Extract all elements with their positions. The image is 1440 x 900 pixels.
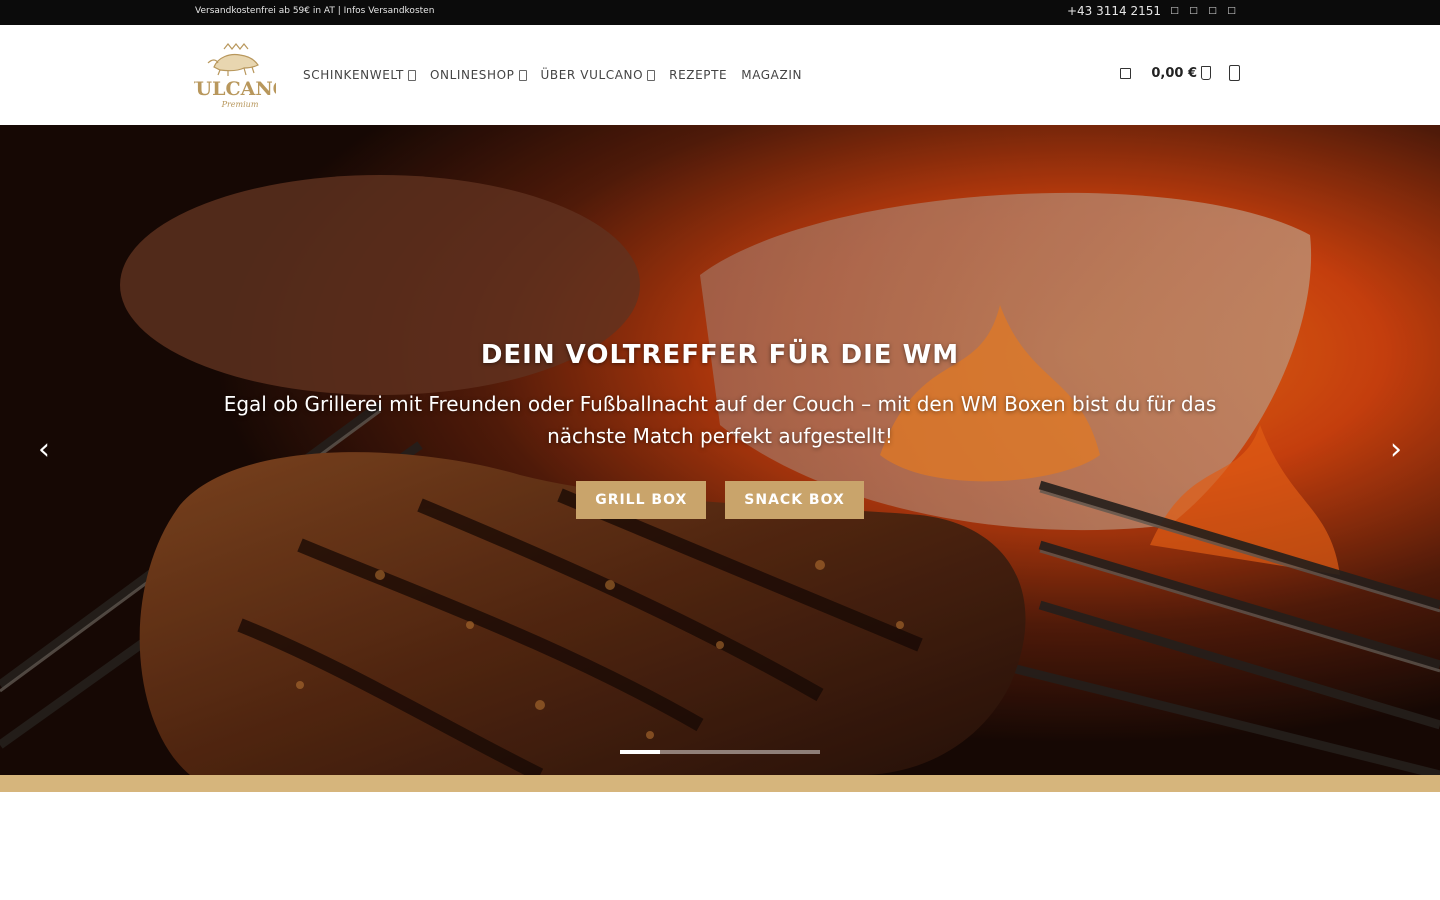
logo-tagline: Premium <box>221 100 259 109</box>
hero-subtitle: Egal ob Grillerei mit Freunden oder Fußb… <box>223 392 1217 448</box>
cart-total: 0,00 € <box>1151 65 1197 81</box>
site-header: VULCANO Premium SCHINKENWELT ONLINESHOP … <box>0 25 1440 125</box>
slider-pagination <box>620 750 820 754</box>
email-icon[interactable]: □ <box>1226 6 1237 17</box>
gold-divider-band <box>0 775 1440 792</box>
nav-label: SCHINKENWELT <box>303 68 404 82</box>
nav-item-onlineshop[interactable]: ONLINESHOP <box>430 68 527 82</box>
top-bar-contacts: +43 3114 2151 □ □ □ □ <box>1067 4 1237 18</box>
slider-dot[interactable] <box>660 750 700 754</box>
slider-next-arrow-icon[interactable]: › <box>1386 435 1406 465</box>
slider-dot[interactable] <box>740 750 780 754</box>
phone-link[interactable]: +43 3114 2151 <box>1067 4 1161 18</box>
slider-prev-arrow-icon[interactable]: ‹ <box>34 435 54 465</box>
slider-dot[interactable] <box>700 750 740 754</box>
chevron-down-icon <box>407 69 416 81</box>
top-bar: Versandkostenfrei ab 59€ in AT | Infos V… <box>0 0 1440 25</box>
nav-label: ÜBER VULCANO <box>540 68 644 82</box>
hero-slider: DEIN VOLTREFFER FÜR DIE WM Egal ob Grill… <box>0 125 1440 775</box>
cart-button[interactable]: 0,00 € <box>1151 66 1211 81</box>
pinterest-icon[interactable]: □ <box>1207 6 1218 17</box>
nav-label: ONLINESHOP <box>429 68 515 82</box>
nav-item-schinkenwelt[interactable]: SCHINKENWELT <box>303 68 416 82</box>
nav-item-magazin[interactable]: MAGAZIN <box>741 68 802 82</box>
chevron-down-icon <box>518 69 527 81</box>
vulcano-logo[interactable]: VULCANO Premium <box>194 41 276 111</box>
grill-box-button[interactable]: GRILL BOX <box>576 481 707 519</box>
shopping-bag-icon <box>1201 66 1211 80</box>
hero-buttons: GRILL BOX SNACK BOX <box>0 481 1440 519</box>
nav-item-ueber-vulcano[interactable]: ÜBER VULCANO <box>541 68 656 82</box>
facebook-icon[interactable]: □ <box>1169 6 1180 17</box>
chevron-down-icon <box>647 69 656 81</box>
nav-label: MAGAZIN <box>741 68 803 82</box>
shipping-info-link[interactable]: Versandkostenfrei ab 59€ in AT | Infos V… <box>195 6 434 16</box>
hero-title: DEIN VOLTREFFER FÜR DIE WM <box>480 340 960 370</box>
nav-label: REZEPTE <box>669 68 728 82</box>
snack-box-button[interactable]: SNACK BOX <box>725 481 864 519</box>
header-actions: 0,00 € <box>1120 65 1240 81</box>
account-icon[interactable] <box>1229 65 1240 81</box>
nav-item-rezepte[interactable]: REZEPTE <box>669 68 727 82</box>
slider-dot[interactable] <box>780 750 820 754</box>
slider-dot[interactable] <box>620 750 660 754</box>
logo-name: VULCANO <box>194 78 276 100</box>
main-nav: SCHINKENWELT ONLINESHOP ÜBER VULCANO REZ… <box>303 68 802 82</box>
instagram-icon[interactable]: □ <box>1188 6 1199 17</box>
search-icon[interactable] <box>1120 67 1132 79</box>
